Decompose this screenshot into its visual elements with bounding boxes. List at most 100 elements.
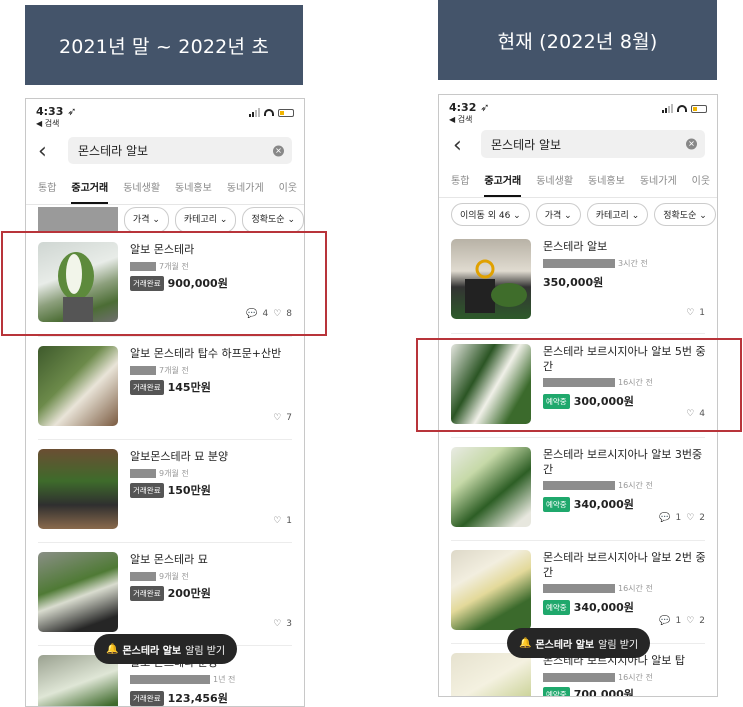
clear-search-icon[interactable]: ✕ [686,138,697,150]
tab-used-trade[interactable]: 중고거래 [484,172,522,197]
heart-icon: ♡ [273,619,282,629]
list-item[interactable]: 알보 몬스테라 탑수 하프문+산반 7개월 전 거래완료 145만원 ♡ 7 [26,346,304,438]
item-price: 145만원 [167,381,211,394]
plant-thumbnail [451,447,531,527]
divider [38,542,292,543]
item-time: 16시간 전 [618,673,653,682]
alert-keyword: 몬스테라 알보 [122,645,182,657]
price-row: 거래완료 200만원 [130,585,211,601]
item-meta: 16시간 전 [543,672,653,683]
list-item[interactable]: 알보 몬스테라 묘 9개월 전 거래완료 200만원 ♡ 3 [26,552,304,644]
item-price: 340,000원 [573,498,634,511]
divider [38,439,292,440]
tab-neighborhood-store[interactable]: 동네가게 [640,172,677,197]
chevron-down-icon: ⌄ [287,215,295,225]
item-meta: 7개월 전 [130,365,189,376]
back-arrow-icon[interactable]: ‹ [453,133,462,158]
redacted-location [543,259,615,268]
back-to-search-link[interactable]: ◀ 검색 [36,118,76,129]
item-title: 몬스테라 알보 [543,240,608,253]
price-row: 거래완료 150만원 [130,482,211,498]
price-row: 거래완료 145만원 [130,379,211,395]
price-row: 예약중 700,000원 [543,686,634,697]
chevron-down-icon: ⌄ [152,215,160,225]
item-time: 1년 전 [213,675,236,684]
signal-icon [249,108,260,117]
item-time: 16시간 전 [618,481,653,490]
list-item[interactable]: 몬스테라 보르시지아나 알보 탑 16시간 전 예약중 700,000원 [439,653,717,697]
tab-neighborhood-promo[interactable]: 동네홍보 [588,172,625,197]
filter-location[interactable]: 이의동 외 46 ⌄ [451,203,530,226]
price-row: 예약중 340,000원 [543,496,634,512]
back-to-search-link[interactable]: ◀ 검색 [449,114,489,125]
filter-sort-label: 정확도순 [251,215,285,225]
item-counts: ♡ 1 [686,308,705,318]
list-item[interactable]: 알보몬스테라 묘 분양 9개월 전 거래완료 150만원 ♡ 1 [26,449,304,541]
item-time: 9개월 전 [159,572,189,581]
item-meta: 3시간 전 [543,258,648,269]
filter-price[interactable]: 가격 ⌄ [535,203,581,226]
plant-thumbnail [451,653,531,696]
filter-sort[interactable]: 정확도순 ⌄ [242,207,304,233]
filter-category[interactable]: 카테고리 ⌄ [586,203,649,226]
divider [451,333,705,334]
status-icons [249,108,294,117]
bell-icon: 🔔 [519,637,532,649]
like-count: 3 [286,619,292,629]
battery-icon [691,104,707,113]
list-item[interactable]: 몬스테라 알보 3시간 전 350,000원 ♡ 1 [439,239,717,331]
divider [451,437,705,438]
item-meta: 1년 전 [130,674,235,685]
item-price: 700,000원 [573,688,634,697]
divider [451,540,705,541]
right-banner-text: 현재 (2022년 8월) [497,30,658,53]
keyword-alert-button[interactable]: 🔔 몬스테라 알보 알림 받기 [94,634,238,664]
heart-icon: ♡ [686,513,695,523]
filter-price-label: 가격 [132,215,150,225]
plant-thumbnail [38,552,118,632]
filter-category-label: 카테고리 [183,215,218,225]
category-tabs: 통합 중고거래 동네생활 동네홍보 동네가게 이웃 [439,172,717,198]
tab-neighborhood-life[interactable]: 동네생활 [123,179,160,204]
filter-location-label: 이의동 외 46 [460,211,511,221]
tab-used-trade[interactable]: 중고거래 [71,179,109,204]
like-count: 2 [699,616,705,626]
bell-icon: 🔔 [106,643,119,655]
search-input-value: 몬스테라 알보 [491,137,562,152]
tab-all[interactable]: 통합 [451,172,469,197]
wifi-icon [264,109,274,116]
item-counts: 💬 1 ♡ 2 [659,513,705,523]
item-price: 123,456원 [167,692,228,705]
status-time: 4:32 [449,101,477,114]
filter-category[interactable]: 카테고리 ⌄ [174,207,237,233]
tab-neighbors[interactable]: 이웃 [279,179,297,204]
tab-neighborhood-store[interactable]: 동네가게 [227,179,264,204]
tab-neighbors[interactable]: 이웃 [692,172,710,197]
item-time: 7개월 전 [159,366,189,375]
item-price: 150만원 [167,484,211,497]
item-price: 200만원 [167,587,211,600]
tab-all[interactable]: 통합 [38,179,56,204]
chat-count: 1 [675,513,682,523]
tab-neighborhood-life[interactable]: 동네생활 [536,172,573,197]
plant-thumbnail [38,449,118,529]
item-time: 9개월 전 [159,469,189,478]
tab-neighborhood-promo[interactable]: 동네홍보 [175,179,212,204]
search-input[interactable]: 몬스테라 알보 ✕ [68,137,292,164]
chat-count: 1 [675,616,682,626]
back-arrow-icon[interactable]: ‹ [38,139,47,164]
item-meta: 9개월 전 [130,468,189,479]
item-meta: 16시간 전 [543,583,653,594]
price-row: 예약중 340,000원 [543,599,634,615]
filter-price-label: 가격 [544,211,562,221]
search-input[interactable]: 몬스테라 알보 ✕ [481,130,705,158]
filter-sort[interactable]: 정확도순 ⌄ [654,203,716,226]
keyword-alert-button[interactable]: 🔔 몬스테라 알보 알림 받기 [507,628,651,658]
filter-price[interactable]: 가격 ⌄ [123,207,169,233]
heart-icon: ♡ [273,413,282,423]
item-title: 알보몬스테라 묘 분양 [130,450,229,463]
list-item[interactable]: 몬스테라 보르시지아나 알보 3번중간 16시간 전 예약중 340,000원 💬… [439,447,717,539]
clear-search-icon[interactable]: ✕ [273,145,284,156]
item-counts: ♡ 3 [273,619,292,629]
status-bar: 4:33 ➶ ◀ 검색 [36,105,76,129]
